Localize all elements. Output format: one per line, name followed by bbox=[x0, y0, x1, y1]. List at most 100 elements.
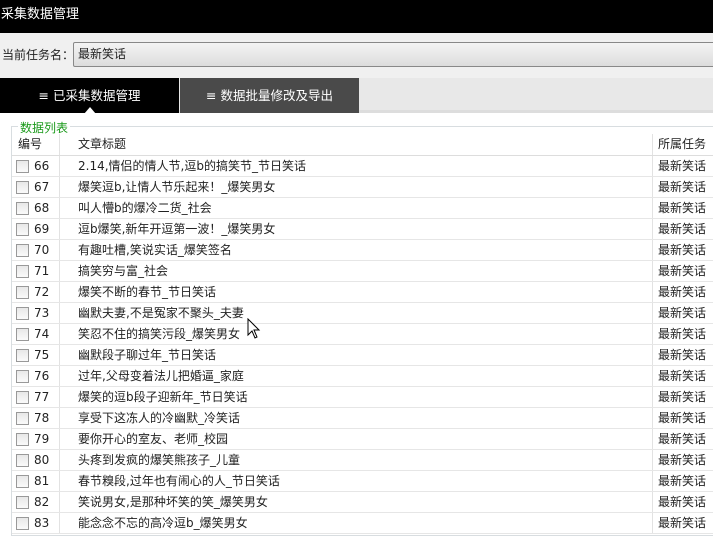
row-id: 82 bbox=[34, 495, 50, 509]
row-id: 80 bbox=[34, 453, 50, 467]
tab-collected-data[interactable]: ≡ 已采集数据管理 bbox=[0, 78, 179, 114]
row-checkbox[interactable] bbox=[16, 370, 29, 383]
row-task: 最新笑话 bbox=[658, 453, 707, 467]
row-checkbox[interactable] bbox=[16, 328, 29, 341]
row-task: 最新笑话 bbox=[658, 159, 707, 173]
row-checkbox[interactable] bbox=[16, 496, 29, 509]
row-task: 最新笑话 bbox=[658, 264, 707, 278]
row-title: 幽默夫妻,不是冤家不聚头_夫妻 bbox=[78, 306, 244, 320]
row-checkbox[interactable] bbox=[16, 412, 29, 425]
row-checkbox[interactable] bbox=[16, 244, 29, 257]
row-title: 要你开心的室友、老师_校园 bbox=[78, 432, 229, 446]
row-checkbox[interactable] bbox=[16, 454, 29, 467]
row-id: 67 bbox=[34, 180, 50, 194]
row-checkbox[interactable] bbox=[16, 475, 29, 488]
row-task: 最新笑话 bbox=[658, 432, 707, 446]
row-title: 爆笑不断的春节_节日笑话 bbox=[78, 285, 217, 299]
row-task: 最新笑话 bbox=[658, 285, 707, 299]
table-row[interactable]: 82 笑说男女,是那种坏笑的笑_爆笑男女 最新笑话 bbox=[12, 492, 713, 513]
table-row[interactable]: 66 2.14,情侣的情人节,逗b的搞笑节_节日笑话 最新笑话 bbox=[12, 156, 713, 177]
row-title: 搞笑穷与富_社会 bbox=[78, 264, 169, 278]
row-id: 75 bbox=[34, 348, 50, 362]
tab-label: ≡ 数据批量修改及导出 bbox=[206, 88, 333, 103]
row-title: 头疼到发疯的爆笑熊孩子_儿童 bbox=[78, 453, 241, 467]
row-checkbox[interactable] bbox=[16, 349, 29, 362]
row-id: 71 bbox=[34, 264, 50, 278]
row-task: 最新笑话 bbox=[658, 474, 707, 488]
tab-batch-edit-export[interactable]: ≡ 数据批量修改及导出 bbox=[180, 78, 359, 113]
task-name-field[interactable]: 最新笑话 bbox=[73, 42, 713, 67]
row-id: 83 bbox=[34, 516, 50, 530]
row-title: 逗b爆笑,新年开逗第一波！_爆笑男女 bbox=[78, 222, 276, 236]
row-id: 72 bbox=[34, 285, 50, 299]
row-task: 最新笑话 bbox=[658, 201, 707, 215]
task-label: 当前任务名： bbox=[2, 48, 75, 62]
row-title: 爆笑的逗b段子迎新年_节日笑话 bbox=[78, 390, 248, 404]
table-row[interactable]: 70 有趣吐槽,笑说实话_爆笑签名 最新笑话 bbox=[12, 240, 713, 261]
table-row[interactable]: 79 要你开心的室友、老师_校园 最新笑话 bbox=[12, 429, 713, 450]
row-checkbox[interactable] bbox=[16, 307, 29, 320]
table-row[interactable]: 78 享受下这冻人的冷幽默_冷笑话 最新笑话 bbox=[12, 408, 713, 429]
row-task: 最新笑话 bbox=[658, 222, 707, 236]
row-id: 68 bbox=[34, 201, 50, 215]
table-row[interactable]: 75 幽默段子聊过年_节日笑话 最新笑话 bbox=[12, 345, 713, 366]
window-title: 采集数据管理 bbox=[0, 0, 713, 33]
table-row[interactable]: 68 叫人懵b的爆冷二货_社会 最新笑话 bbox=[12, 198, 713, 219]
row-title: 春节糗段,过年也有闹心的人_节日笑话 bbox=[78, 474, 280, 488]
row-title: 爆笑逗b,让情人节乐起来！_爆笑男女 bbox=[78, 180, 276, 194]
row-id: 74 bbox=[34, 327, 50, 341]
row-checkbox[interactable] bbox=[16, 160, 29, 173]
table-row[interactable]: 67 爆笑逗b,让情人节乐起来！_爆笑男女 最新笑话 bbox=[12, 177, 713, 198]
table-row[interactable]: 76 过年,父母变着法儿把婚逼_家庭 最新笑话 bbox=[12, 366, 713, 387]
table-row[interactable]: 73 幽默夫妻,不是冤家不聚头_夫妻 最新笑话 bbox=[12, 303, 713, 324]
header-task[interactable]: 所属任务 bbox=[658, 134, 706, 155]
task-row: 当前任务名： 最新笑话 bbox=[0, 33, 713, 78]
row-checkbox[interactable] bbox=[16, 433, 29, 446]
tab-bar: ≡ 已采集数据管理 ≡ 数据批量修改及导出 bbox=[0, 78, 713, 114]
row-task: 最新笑话 bbox=[658, 180, 707, 194]
row-id: 81 bbox=[34, 474, 50, 488]
row-title: 过年,父母变着法儿把婚逼_家庭 bbox=[78, 369, 244, 383]
row-id: 76 bbox=[34, 369, 50, 383]
row-title: 2.14,情侣的情人节,逗b的搞笑节_节日笑话 bbox=[78, 159, 306, 173]
active-tab-caret bbox=[84, 107, 96, 114]
row-checkbox[interactable] bbox=[16, 202, 29, 215]
row-id: 66 bbox=[34, 159, 50, 173]
row-id: 69 bbox=[34, 222, 50, 236]
row-task: 最新笑话 bbox=[658, 495, 707, 509]
row-checkbox[interactable] bbox=[16, 517, 29, 530]
row-title: 笑忍不住的搞笑污段_爆笑男女 bbox=[78, 327, 241, 341]
row-checkbox[interactable] bbox=[16, 286, 29, 299]
row-id: 77 bbox=[34, 390, 50, 404]
row-checkbox[interactable] bbox=[16, 181, 29, 194]
table-row[interactable]: 77 爆笑的逗b段子迎新年_节日笑话 最新笑话 bbox=[12, 387, 713, 408]
header-id[interactable]: 编号 bbox=[18, 134, 42, 155]
header-title[interactable]: 文章标题 bbox=[78, 134, 126, 155]
row-checkbox[interactable] bbox=[16, 391, 29, 404]
data-table: 编号 文章标题 所属任务 66 2.14,情侣的情人节,逗b的搞笑节_节日笑话 … bbox=[12, 134, 713, 534]
table-row[interactable]: 69 逗b爆笑,新年开逗第一波！_爆笑男女 最新笑话 bbox=[12, 219, 713, 240]
row-title: 笑说男女,是那种坏笑的笑_爆笑男女 bbox=[78, 495, 268, 509]
row-task: 最新笑话 bbox=[658, 243, 707, 257]
mouse-cursor-icon bbox=[247, 318, 261, 339]
row-checkbox[interactable] bbox=[16, 265, 29, 278]
table-row[interactable]: 83 能念念不忘的高冷逗b_爆笑男女 最新笑话 bbox=[12, 513, 713, 534]
table-row[interactable]: 71 搞笑穷与富_社会 最新笑话 bbox=[12, 261, 713, 282]
row-task: 最新笑话 bbox=[658, 306, 707, 320]
row-task: 最新笑话 bbox=[658, 411, 707, 425]
tab-label: ≡ 已采集数据管理 bbox=[38, 88, 141, 103]
row-title: 幽默段子聊过年_节日笑话 bbox=[78, 348, 217, 362]
row-task: 最新笑话 bbox=[658, 516, 707, 530]
row-title: 能念念不忘的高冷逗b_爆笑男女 bbox=[78, 516, 248, 530]
row-title: 享受下这冻人的冷幽默_冷笑话 bbox=[78, 411, 241, 425]
row-id: 73 bbox=[34, 306, 50, 320]
table-row[interactable]: 81 春节糗段,过年也有闹心的人_节日笑话 最新笑话 bbox=[12, 471, 713, 492]
table-row[interactable]: 74 笑忍不住的搞笑污段_爆笑男女 最新笑话 bbox=[12, 324, 713, 345]
table-row[interactable]: 72 爆笑不断的春节_节日笑话 最新笑话 bbox=[12, 282, 713, 303]
row-title: 有趣吐槽,笑说实话_爆笑签名 bbox=[78, 243, 232, 257]
table-header: 编号 文章标题 所属任务 bbox=[12, 134, 713, 156]
row-task: 最新笑话 bbox=[658, 327, 707, 341]
table-row[interactable]: 80 头疼到发疯的爆笑熊孩子_儿童 最新笑话 bbox=[12, 450, 713, 471]
row-checkbox[interactable] bbox=[16, 223, 29, 236]
row-id: 78 bbox=[34, 411, 50, 425]
